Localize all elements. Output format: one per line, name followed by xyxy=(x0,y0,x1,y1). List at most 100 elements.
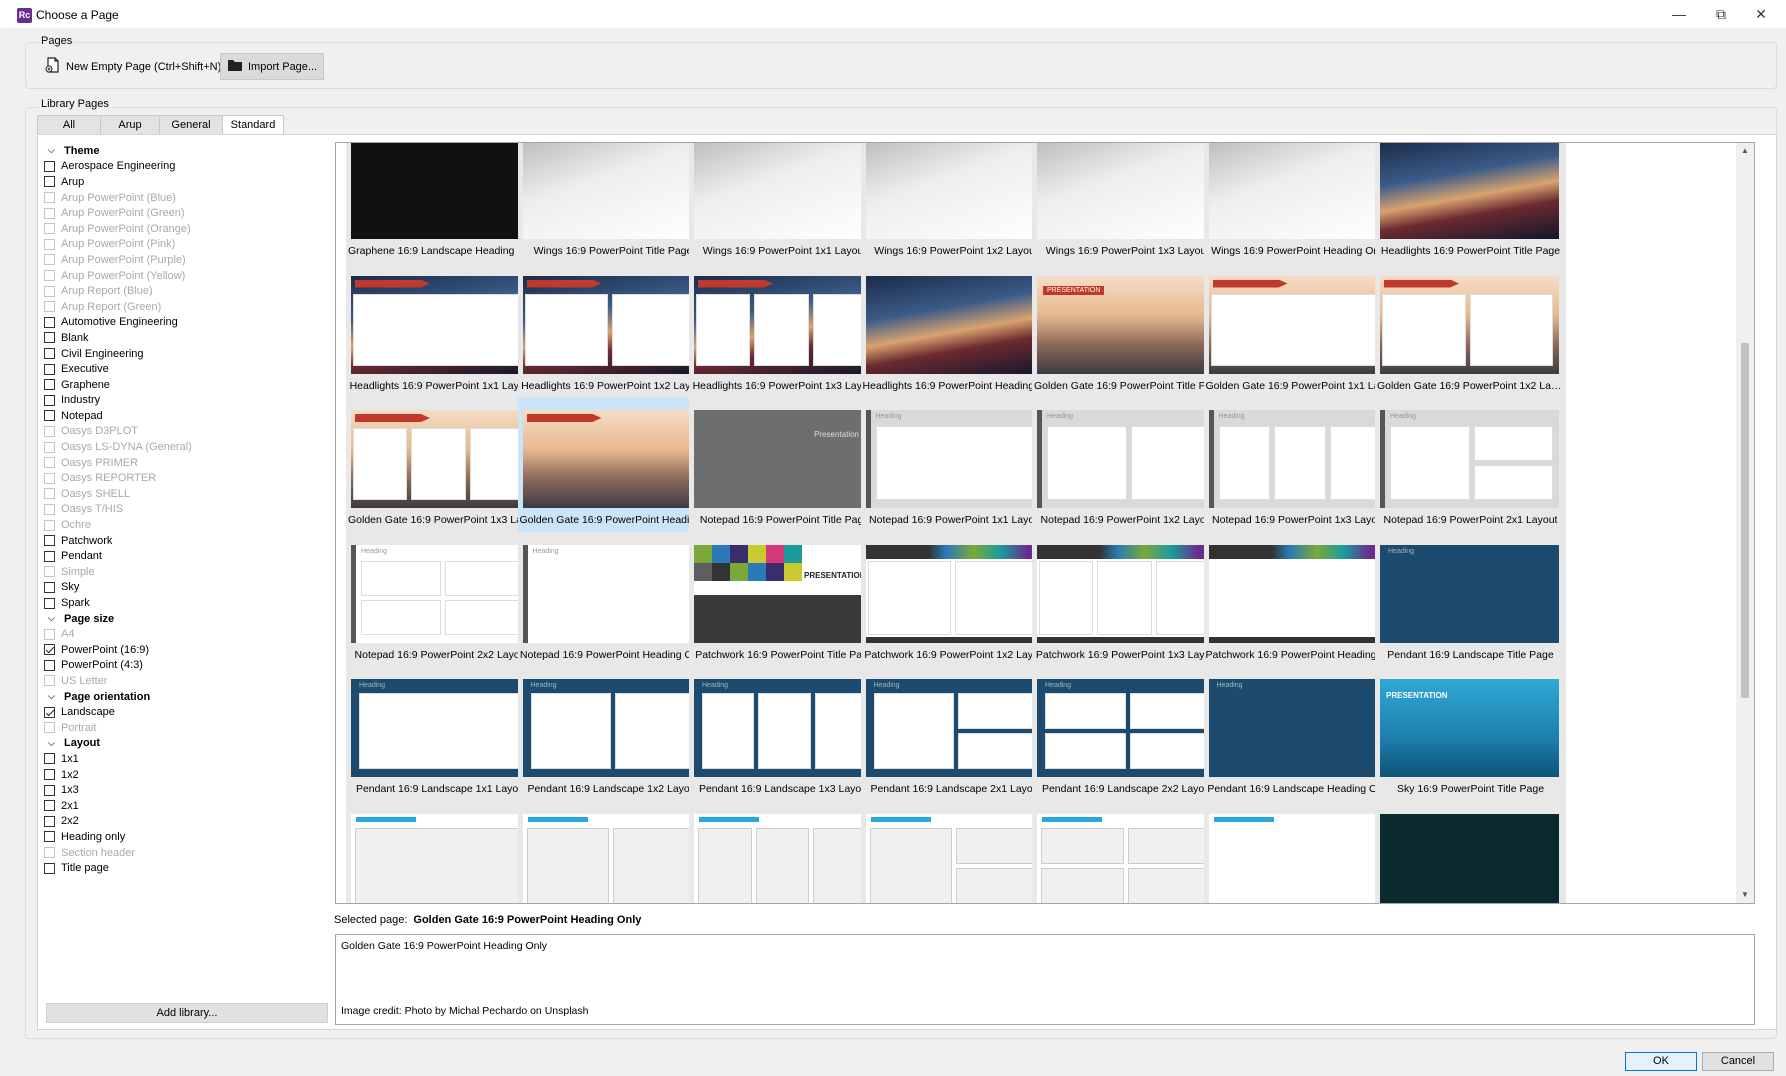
page-card[interactable] xyxy=(346,800,537,903)
ok-button[interactable]: OK xyxy=(1625,1052,1697,1071)
import-page-button[interactable]: Import Page... xyxy=(220,53,325,80)
page-card[interactable]: Heading Notepad 16:9 PowerPoint 1x1 Layou… xyxy=(860,397,1052,541)
page-card[interactable]: Golden Gate 16:9 PowerPoint 1x3 Layout xyxy=(346,397,537,541)
page-card[interactable]: Patchwork 16:9 PowerPoint Heading Only xyxy=(1203,531,1395,676)
tab-general[interactable]: General xyxy=(159,115,223,134)
new-empty-page-button[interactable]: New Empty Page (Ctrl+Shift+N) xyxy=(38,53,228,80)
theme-item[interactable]: Notepad xyxy=(44,408,324,424)
close-icon[interactable]: ✕ xyxy=(1746,4,1776,24)
scroll-up-icon[interactable]: ▲ xyxy=(1736,143,1754,159)
page-card[interactable]: Wings 16:9 PowerPoint 1x1 Layout xyxy=(689,143,880,272)
page-card[interactable]: Heading Pendant 16:9 Landscape 2x1 Layout xyxy=(860,666,1052,810)
tab-standard[interactable]: Standard xyxy=(222,115,284,135)
page-card[interactable]: Heading Pendant 16:9 Landscape Title Page xyxy=(1375,531,1566,676)
layout-item[interactable]: 2x2 xyxy=(44,814,324,830)
checkbox[interactable] xyxy=(44,831,55,843)
layout-item[interactable]: 1x2 xyxy=(44,767,324,783)
tab-arup[interactable]: Arup xyxy=(100,115,160,134)
page-card[interactable]: Heading Pendant 16:9 Landscape 2x2 Layout xyxy=(1032,666,1223,810)
chevron-down-icon[interactable]: ⌵ xyxy=(44,738,64,749)
page-card[interactable] xyxy=(517,800,709,903)
page-card[interactable]: Heading Notepad 16:9 PowerPoint 1x3 Layou… xyxy=(1203,397,1395,541)
page-card[interactable]: Golden Gate 16:9 PowerPoint 1x1 Layout xyxy=(1203,262,1395,407)
checkbox[interactable] xyxy=(44,394,55,406)
page-size-header[interactable]: ⌵ Page size xyxy=(44,611,324,627)
page-card[interactable]: Golden Gate 16:9 PowerPoint Heading ... xyxy=(517,397,709,541)
checkbox[interactable] xyxy=(44,753,55,765)
theme-item[interactable]: Industry xyxy=(44,393,324,409)
page-card[interactable]: Heading Pendant 16:9 Landscape Heading On… xyxy=(1203,666,1395,810)
checkbox[interactable] xyxy=(44,784,55,796)
checkbox[interactable] xyxy=(44,379,55,391)
theme-item[interactable]: Civil Engineering xyxy=(44,346,324,362)
checkbox[interactable] xyxy=(44,363,55,375)
page-card[interactable] xyxy=(1032,800,1223,903)
checkbox[interactable] xyxy=(44,581,55,593)
page-card[interactable]: Heading Pendant 16:9 Landscape 1x3 Layout xyxy=(689,666,880,810)
page-card[interactable]: Graphene 16:9 Landscape Heading Only xyxy=(346,143,537,272)
page-card[interactable] xyxy=(1203,800,1395,903)
layout-item[interactable]: 2x1 xyxy=(44,798,324,814)
layout-item[interactable]: Heading only xyxy=(44,829,324,845)
layout-item[interactable]: 1x3 xyxy=(44,782,324,798)
page-card[interactable]: PRESENTATION Sky 16:9 PowerPoint Title Pa… xyxy=(1375,666,1566,810)
theme-item[interactable]: Blank xyxy=(44,330,324,346)
theme-item[interactable]: Patchwork xyxy=(44,533,324,549)
checkbox[interactable] xyxy=(44,410,55,422)
checkbox[interactable] xyxy=(44,769,55,781)
layout-item[interactable]: 1x1 xyxy=(44,751,324,767)
page-card[interactable]: Wings 16:9 PowerPoint 1x2 Layout xyxy=(860,143,1052,272)
tab-all[interactable]: All xyxy=(37,115,101,134)
page-card[interactable]: Heading Notepad 16:9 PowerPoint 2x1 Layou… xyxy=(1375,397,1566,541)
checkbox[interactable] xyxy=(44,659,55,671)
theme-item[interactable]: Graphene xyxy=(44,377,324,393)
checkbox[interactable] xyxy=(44,160,55,172)
page-card[interactable]: Headlights 16:9 PowerPoint 1x3 Layout xyxy=(689,262,880,407)
checkbox[interactable] xyxy=(44,550,55,562)
chevron-down-icon[interactable]: ⌵ xyxy=(44,613,64,624)
page-card[interactable]: Golden Gate 16:9 PowerPoint 1x2 Layout xyxy=(1375,262,1566,407)
minimize-icon[interactable]: — xyxy=(1664,4,1694,24)
page-card[interactable] xyxy=(1375,800,1566,903)
checkbox[interactable] xyxy=(44,597,55,609)
layout-item[interactable]: Title page xyxy=(44,860,324,876)
page-card[interactable]: PRESENTATION Golden Gate 16:9 PowerPoint … xyxy=(1032,262,1223,407)
checkbox[interactable] xyxy=(44,316,55,328)
page-card[interactable] xyxy=(860,800,1052,903)
checkbox[interactable] xyxy=(44,644,55,656)
orientation-header[interactable]: ⌵ Page orientation xyxy=(44,689,324,705)
theme-item[interactable]: Sky xyxy=(44,580,324,596)
page-card[interactable]: Patchwork 16:9 PowerPoint 1x3 Layout xyxy=(1032,531,1223,676)
page-card[interactable]: Heading Pendant 16:9 Landscape 1x1 Layout xyxy=(346,666,537,810)
checkbox[interactable] xyxy=(44,815,55,827)
page-card[interactable]: Patchwork 16:9 PowerPoint 1x2 Layout xyxy=(860,531,1052,676)
theme-item[interactable]: Executive xyxy=(44,361,324,377)
cancel-button[interactable]: Cancel xyxy=(1702,1052,1774,1071)
theme-item[interactable]: Spark xyxy=(44,595,324,611)
page-card[interactable]: Heading Notepad 16:9 PowerPoint 1x2 Layou… xyxy=(1032,397,1223,541)
checkbox[interactable] xyxy=(44,800,55,812)
checkbox[interactable] xyxy=(44,348,55,360)
checkbox[interactable] xyxy=(44,332,55,344)
page-size-item[interactable]: PowerPoint (16:9) xyxy=(44,642,324,658)
checkbox[interactable] xyxy=(44,535,55,547)
page-card[interactable] xyxy=(689,800,880,903)
page-card[interactable]: Headlights 16:9 PowerPoint 1x2 Layout xyxy=(517,262,709,407)
page-card[interactable]: PRESENTATION Patchwork 16:9 PowerPoint Ti… xyxy=(689,531,880,676)
page-card[interactable]: Headlights 16:9 PowerPoint 1x1 Layout xyxy=(346,262,537,407)
layout-header[interactable]: ⌵ Layout xyxy=(44,736,324,752)
page-card[interactable]: Heading Notepad 16:9 PowerPoint 2x2 Layou… xyxy=(346,531,537,676)
orientation-item[interactable]: Landscape xyxy=(44,704,324,720)
page-size-item[interactable]: PowerPoint (4:3) xyxy=(44,658,324,674)
checkbox[interactable] xyxy=(44,862,55,874)
page-card[interactable]: Heading Pendant 16:9 Landscape 1x2 Layout xyxy=(517,666,709,810)
page-card[interactable]: Heading Notepad 16:9 PowerPoint Heading O… xyxy=(517,531,709,676)
checkbox[interactable] xyxy=(44,706,55,718)
page-card[interactable]: Wings 16:9 PowerPoint 1x3 Layout xyxy=(1032,143,1223,272)
page-card[interactable]: Headlights 16:9 PowerPoint Heading Only xyxy=(860,262,1052,407)
page-card[interactable]: Wings 16:9 PowerPoint Heading Only xyxy=(1203,143,1395,272)
chevron-down-icon[interactable]: ⌵ xyxy=(44,691,64,702)
theme-item[interactable]: Pendant xyxy=(44,548,324,564)
chevron-down-icon[interactable]: ⌵ xyxy=(44,145,64,156)
page-card[interactable]: Headlights 16:9 PowerPoint Title Page xyxy=(1375,143,1566,272)
